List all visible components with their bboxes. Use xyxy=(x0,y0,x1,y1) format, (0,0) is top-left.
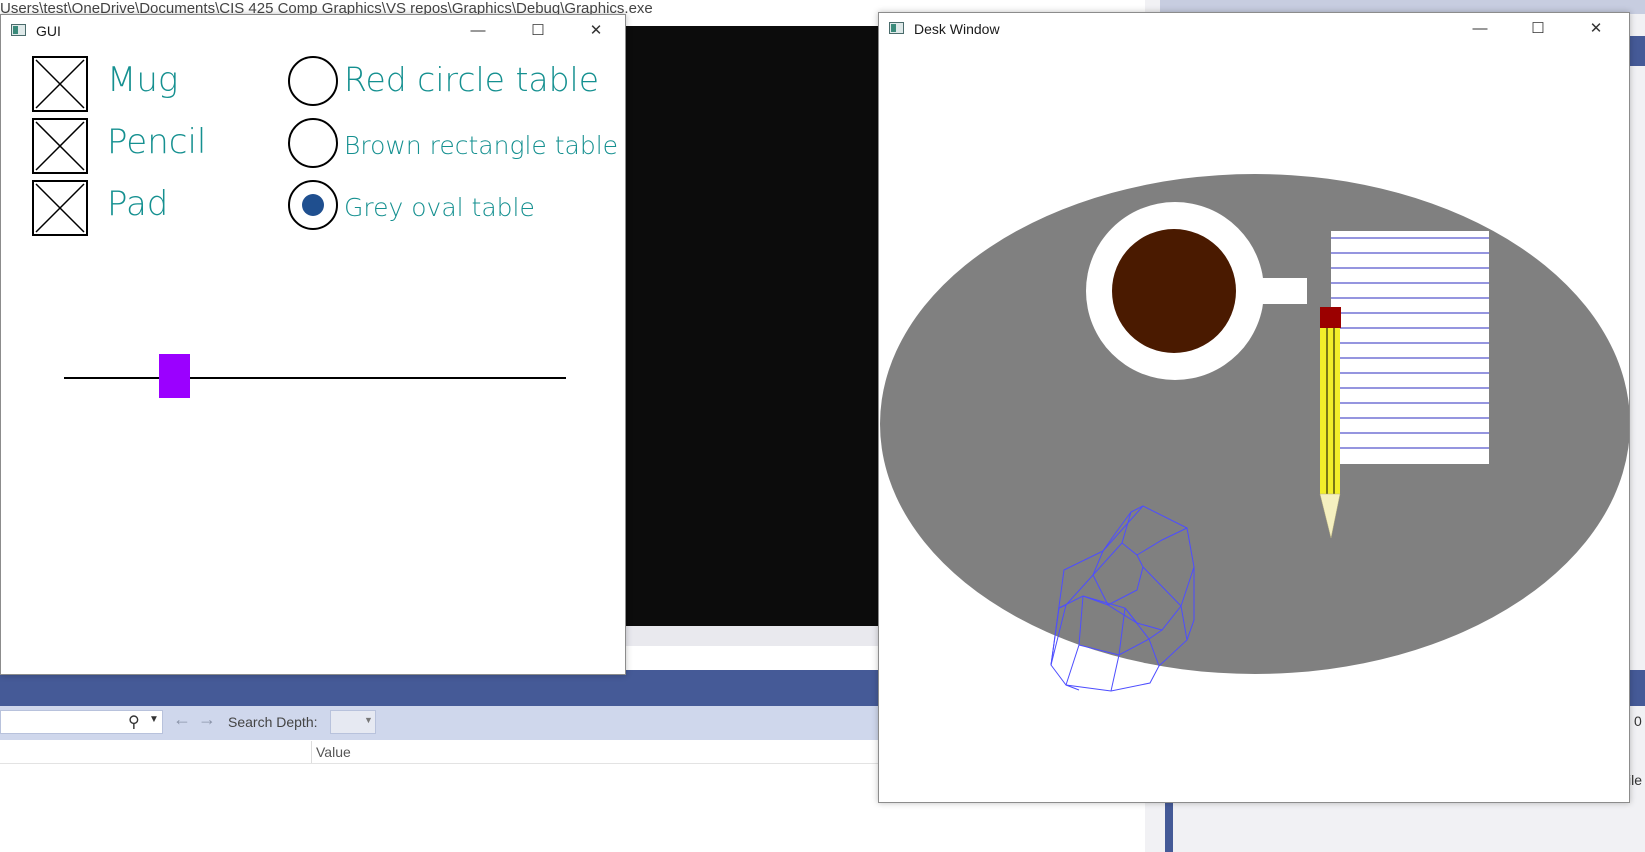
gui-titlebar[interactable]: GUI — ☐ ✕ xyxy=(1,15,625,47)
search-depth-label: Search Depth: xyxy=(228,714,318,730)
desk-titlebar[interactable]: Desk Window — ☐ ✕ xyxy=(879,13,1629,45)
desk-window: Desk Window — ☐ ✕ xyxy=(878,12,1630,803)
pencil-label: Pencil xyxy=(107,122,207,162)
ide-panel-header xyxy=(0,670,880,706)
coffee xyxy=(1112,229,1236,353)
slider-thumb[interactable] xyxy=(158,354,190,398)
mug-checkbox[interactable] xyxy=(32,56,88,112)
ide-file-label: ile xyxy=(1628,772,1643,788)
mug-label: Mug xyxy=(107,60,179,100)
gui-title: GUI xyxy=(36,23,61,39)
gui-canvas: Mug Pencil Pad Red circle table Brown re… xyxy=(1,47,625,674)
ide-column-header xyxy=(0,741,880,764)
maximize-icon[interactable]: ☐ xyxy=(1523,19,1553,39)
minimize-icon[interactable]: — xyxy=(463,21,493,41)
notepad xyxy=(1331,231,1489,464)
app-icon xyxy=(11,24,26,36)
checkbox-x-icon xyxy=(35,59,85,109)
console-scrollbar[interactable] xyxy=(600,626,880,646)
pad-checkbox[interactable] xyxy=(32,180,88,236)
pencil-eraser xyxy=(1320,307,1341,328)
checkbox-x-icon xyxy=(35,183,85,233)
desk-scene xyxy=(880,174,1629,692)
ide-counter: 0 xyxy=(1634,713,1642,729)
desk-title: Desk Window xyxy=(914,21,1000,37)
search-icon[interactable]: ⚲ xyxy=(128,712,140,732)
pencil-checkbox[interactable] xyxy=(32,118,88,174)
close-icon[interactable]: ✕ xyxy=(581,21,611,41)
close-icon[interactable]: ✕ xyxy=(1581,19,1611,39)
radio-selected-dot xyxy=(302,194,324,216)
slider-track[interactable] xyxy=(64,377,566,379)
app-icon xyxy=(889,22,904,34)
brown-rectangle-table-radio[interactable] xyxy=(288,118,338,168)
maximize-icon[interactable]: ☐ xyxy=(523,21,553,41)
red-circle-table-label: Red circle table xyxy=(344,60,600,99)
console-output xyxy=(600,26,880,626)
grey-oval-table-radio[interactable] xyxy=(288,180,338,230)
arrow-right-icon[interactable]: → xyxy=(198,709,216,730)
pad-label: Pad xyxy=(107,184,169,224)
mug-handle xyxy=(1262,278,1307,304)
value-column-header[interactable]: Value xyxy=(316,744,351,760)
pencil-body xyxy=(1320,328,1340,494)
chevron-down-icon[interactable]: ▼ xyxy=(364,715,373,725)
red-circle-table-radio[interactable] xyxy=(288,56,338,106)
gui-window: GUI — ☐ ✕ Mug Pencil Pad Red circle tabl… xyxy=(0,14,626,675)
column-divider[interactable] xyxy=(311,741,312,763)
grey-oval-table xyxy=(880,174,1629,674)
brown-rectangle-table-label: Brown rectangle table xyxy=(344,131,619,160)
chevron-down-icon[interactable]: ▼ xyxy=(149,714,159,725)
arrow-left-icon[interactable]: ← xyxy=(173,709,191,730)
checkbox-x-icon xyxy=(35,121,85,171)
ide-edge-tab xyxy=(1628,36,1645,66)
ide-right-band xyxy=(1628,670,1645,706)
grey-oval-table-label: Grey oval table xyxy=(344,193,535,222)
minimize-icon[interactable]: — xyxy=(1465,19,1495,39)
